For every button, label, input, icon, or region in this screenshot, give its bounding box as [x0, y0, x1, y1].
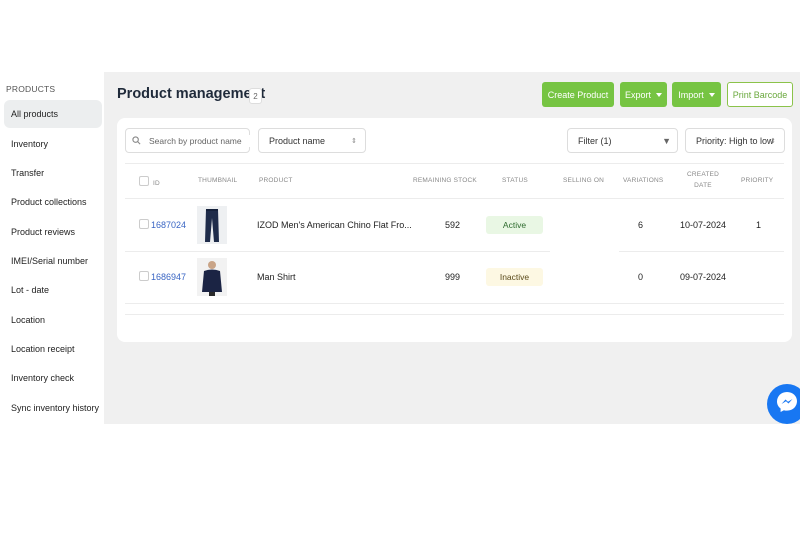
search-icon: [132, 132, 141, 150]
priority-sort-value: Priority: High to low: [696, 135, 774, 146]
column-header-selling-on: SELLING ON: [563, 177, 605, 184]
import-button[interactable]: Import: [672, 82, 721, 107]
column-header-product: PRODUCT: [259, 177, 293, 184]
filter-value: Filter (1): [578, 135, 612, 146]
row-checkbox[interactable]: [139, 219, 149, 229]
variations-count: 6: [638, 220, 644, 230]
caret-down-icon: [708, 92, 715, 97]
updown-icon: ⇕: [351, 137, 357, 145]
product-id-link[interactable]: 1687024: [151, 220, 186, 230]
app-container: PRODUCTS All products Inventory Transfer…: [0, 72, 800, 424]
divider: [125, 163, 784, 164]
create-product-label: Create Product: [547, 89, 609, 100]
sidebar-heading: PRODUCTS: [6, 84, 56, 94]
sidebar-item-product-reviews[interactable]: Product reviews: [4, 218, 102, 246]
remaining-stock: 592: [445, 220, 461, 230]
status-badge: Inactive: [486, 268, 543, 286]
sidebar-item-location[interactable]: Location: [4, 306, 102, 334]
sidebar: PRODUCTS All products Inventory Transfer…: [0, 72, 104, 424]
sidebar-item-transfer[interactable]: Transfer: [4, 159, 102, 187]
sidebar-item-all-products[interactable]: All products: [4, 100, 102, 128]
priority-sort-select[interactable]: Priority: High to low ⇕: [685, 128, 785, 153]
sidebar-item-inventory-check[interactable]: Inventory check: [4, 364, 102, 392]
divider: [125, 251, 550, 252]
sidebar-item-lot-date[interactable]: Lot - date: [4, 276, 102, 304]
divider: [125, 198, 784, 199]
messenger-icon: [774, 389, 800, 420]
column-header-remaining-stock: REMAINING STOCK: [413, 177, 477, 184]
select-all-checkbox[interactable]: [139, 176, 149, 186]
product-count-badge: 2: [249, 88, 262, 104]
sidebar-item-imei-serial[interactable]: IMEI/Serial number: [4, 247, 102, 275]
product-name[interactable]: IZOD Men's American Chino Flat Fro...: [257, 220, 412, 230]
sidebar-item-inventory[interactable]: Inventory: [4, 130, 102, 158]
column-header-created-date: CREATED DATE: [687, 169, 719, 191]
import-label: Import: [678, 89, 704, 100]
variations-count: 0: [638, 272, 644, 282]
column-header-status: STATUS: [502, 177, 528, 184]
divider: [619, 251, 784, 252]
updown-icon: ⇕: [770, 137, 776, 145]
filter-select[interactable]: Filter (1) ▼: [567, 128, 678, 153]
created-date: 10-07-2024: [680, 220, 727, 230]
search-input[interactable]: [147, 134, 251, 147]
caret-down-icon: [656, 92, 662, 97]
export-label: Export: [624, 89, 651, 100]
export-button[interactable]: Export: [620, 82, 667, 107]
product-id-link[interactable]: 1686947: [151, 272, 186, 282]
created-date-line2: DATE: [694, 182, 712, 189]
create-product-button[interactable]: Create Product: [542, 82, 614, 107]
product-name[interactable]: Man Shirt: [257, 272, 296, 282]
sidebar-item-location-receipt[interactable]: Location receipt: [4, 335, 102, 363]
print-barcode-label: Print Barcode: [732, 89, 788, 100]
pants-thumbnail[interactable]: [197, 206, 227, 244]
search-box[interactable]: [125, 128, 251, 153]
column-header-variations: VARIATIONS: [623, 177, 664, 184]
sidebar-item-sync-inventory-history[interactable]: Sync inventory history: [4, 394, 102, 422]
row-checkbox[interactable]: [139, 271, 149, 281]
filter-funnel-icon: ▼: [662, 135, 671, 146]
column-header-id: ID: [153, 180, 160, 187]
sidebar-item-product-collections[interactable]: Product collections: [4, 188, 102, 216]
messenger-chat-button[interactable]: [767, 384, 800, 424]
sort-field-select[interactable]: Product name ⇕: [258, 128, 366, 153]
shirt-thumbnail[interactable]: [197, 258, 227, 296]
created-date-line1: CREATED: [687, 171, 719, 178]
remaining-stock: 999: [445, 272, 461, 282]
sort-field-value: Product name: [269, 135, 326, 146]
priority-value: 1: [756, 220, 762, 230]
divider: [125, 314, 784, 315]
page-title: Product management: [117, 86, 266, 102]
column-header-thumbnail: THUMBNAIL: [198, 177, 238, 184]
divider: [125, 303, 784, 304]
created-date: 09-07-2024: [680, 272, 727, 282]
product-table-card: Product name ⇕ Filter (1) ▼ Priority: Hi…: [117, 118, 792, 342]
column-header-priority: PRIORITY: [741, 177, 774, 184]
status-badge: Active: [486, 216, 543, 234]
print-barcode-button[interactable]: Print Barcode: [727, 82, 793, 107]
